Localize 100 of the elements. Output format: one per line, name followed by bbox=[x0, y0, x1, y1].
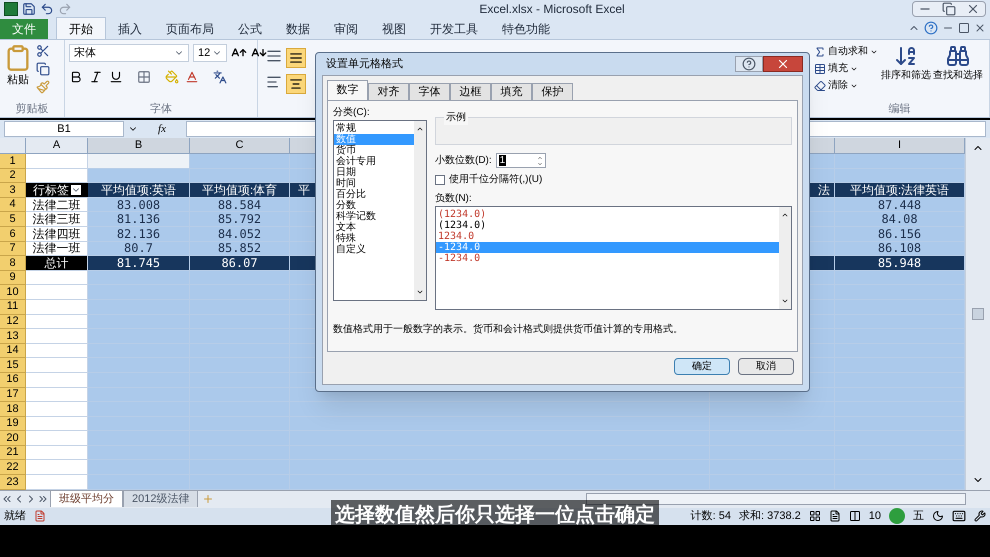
row-number[interactable]: 21 bbox=[0, 446, 26, 460]
ribbon-tab[interactable]: 页面布局 bbox=[154, 19, 226, 39]
ribbon-tab[interactable]: 公式 bbox=[226, 19, 274, 39]
row-number[interactable]: 20 bbox=[0, 431, 26, 446]
scroll-up-icon[interactable] bbox=[781, 211, 789, 219]
negative-format-item[interactable]: (1234.0) bbox=[436, 209, 779, 220]
sort-filter-button[interactable]: 排序和筛选 bbox=[881, 68, 931, 83]
bold-icon[interactable] bbox=[69, 70, 83, 84]
cut-icon[interactable] bbox=[36, 44, 50, 58]
editing-menu-button[interactable]: 填充 bbox=[828, 61, 848, 76]
sheet-tab[interactable]: 班级平均分 bbox=[50, 491, 123, 508]
scroll-down-icon[interactable] bbox=[416, 288, 424, 296]
scroll-up-icon[interactable] bbox=[416, 125, 424, 133]
align-left-icon[interactable] bbox=[266, 74, 282, 90]
category-item[interactable]: 时间 bbox=[334, 178, 414, 189]
normal-view-icon[interactable] bbox=[808, 510, 821, 522]
row-number[interactable]: 1 bbox=[0, 154, 26, 169]
sort-icon[interactable] bbox=[894, 44, 918, 68]
decimal-places-field[interactable]: 1 bbox=[496, 153, 546, 168]
align-middle-button[interactable] bbox=[286, 48, 306, 68]
scroll-thumb[interactable] bbox=[972, 308, 984, 320]
sheet-tab[interactable]: 2012级法律 bbox=[123, 491, 198, 508]
editing-menu-button[interactable]: 清除 bbox=[828, 78, 848, 93]
column-letter[interactable]: B bbox=[88, 138, 190, 154]
row-number[interactable]: 19 bbox=[0, 416, 26, 432]
ribbon-tab[interactable]: 审阅 bbox=[322, 19, 370, 39]
row-number[interactable]: 2 bbox=[0, 168, 26, 184]
align-center-button[interactable] bbox=[286, 74, 306, 94]
close-icon[interactable] bbox=[974, 22, 986, 34]
binoculars-icon[interactable] bbox=[946, 44, 970, 68]
page-layout-view-icon[interactable] bbox=[828, 510, 841, 522]
dialog-button[interactable]: 确定 bbox=[674, 358, 730, 374]
row-number[interactable]: 7 bbox=[0, 242, 26, 256]
ribbon-tab[interactable]: 开发工具 bbox=[418, 19, 490, 39]
close-icon[interactable] bbox=[763, 56, 803, 72]
ribbon-tab[interactable]: 特色功能 bbox=[490, 19, 562, 39]
ribbon-tab[interactable]: 视图 bbox=[370, 19, 418, 39]
row-number[interactable]: 6 bbox=[0, 226, 26, 242]
column-letter[interactable]: I bbox=[835, 138, 965, 154]
keyboard-icon[interactable] bbox=[952, 509, 966, 524]
row-number[interactable]: 14 bbox=[0, 344, 26, 358]
row-number[interactable]: 4 bbox=[0, 198, 26, 212]
save-icon[interactable] bbox=[22, 2, 36, 16]
row-number[interactable]: 12 bbox=[0, 314, 26, 330]
border-icon[interactable] bbox=[137, 70, 151, 84]
fill-color-icon[interactable] bbox=[165, 70, 179, 84]
row-number[interactable]: 13 bbox=[0, 329, 26, 344]
help-icon[interactable] bbox=[924, 21, 938, 35]
ribbon-tab[interactable]: 数据 bbox=[274, 19, 322, 39]
row-number[interactable]: 16 bbox=[0, 372, 26, 388]
checkbox[interactable] bbox=[435, 174, 445, 184]
editing-menu-button[interactable]: 自动求和 bbox=[828, 44, 868, 59]
paste-button[interactable]: 粘贴 bbox=[7, 72, 29, 88]
category-item[interactable]: 货币 bbox=[334, 145, 414, 156]
row-number[interactable]: 15 bbox=[0, 358, 26, 373]
category-item[interactable]: 会计专用 bbox=[334, 156, 414, 167]
horizontal-scrollbar[interactable] bbox=[586, 493, 966, 506]
wrench-icon[interactable] bbox=[974, 510, 986, 522]
negative-numbers-list[interactable]: (1234.0) (1234.0) 1234.0 -1234.0 -1234.0 bbox=[435, 206, 792, 310]
sigma-icon[interactable] bbox=[814, 46, 826, 58]
font-name-field[interactable]: 宋体 bbox=[69, 44, 189, 62]
copy-icon[interactable] bbox=[36, 62, 50, 76]
row-number[interactable]: 8 bbox=[0, 256, 26, 271]
filter-dropdown-icon[interactable] bbox=[71, 184, 81, 195]
row-number[interactable]: 18 bbox=[0, 402, 26, 417]
dialog-button[interactable]: 取消 bbox=[738, 358, 794, 374]
underline-icon[interactable] bbox=[109, 70, 123, 84]
undo-icon[interactable] bbox=[40, 2, 54, 16]
row-number[interactable]: 23 bbox=[0, 475, 26, 490]
dialog-tab[interactable]: 保护 bbox=[532, 83, 573, 100]
eraser-icon[interactable] bbox=[814, 80, 826, 92]
page-break-view-icon[interactable] bbox=[848, 510, 861, 522]
row-number[interactable]: 5 bbox=[0, 212, 26, 227]
category-item[interactable]: 分数 bbox=[334, 200, 414, 211]
negative-format-item[interactable]: 1234.0 bbox=[436, 231, 779, 242]
restore-icon[interactable] bbox=[958, 22, 970, 34]
font-color-icon[interactable] bbox=[185, 70, 199, 84]
ribbon-tab[interactable]: 插入 bbox=[106, 19, 154, 39]
row-number[interactable]: 3 bbox=[0, 183, 26, 198]
phonetic-icon[interactable] bbox=[213, 70, 227, 84]
row-number[interactable]: 17 bbox=[0, 388, 26, 402]
column-letter[interactable]: C bbox=[190, 138, 290, 154]
category-list[interactable]: 常规 数值 货币 会计专用 日期 时间 百分比 分数 科学记数 文本 特殊 自定义 bbox=[333, 120, 427, 301]
category-item[interactable]: 常规 bbox=[334, 123, 414, 134]
name-box[interactable]: B1 bbox=[4, 121, 124, 137]
dialog-tab[interactable]: 边框 bbox=[450, 83, 491, 100]
ribbon-tab[interactable]: 文件 bbox=[0, 19, 48, 39]
dialog-tab[interactable]: 数字 bbox=[327, 80, 368, 100]
category-item[interactable]: 百分比 bbox=[334, 189, 414, 200]
find-select-button[interactable]: 查找和选择 bbox=[933, 68, 983, 83]
align-top-icon[interactable] bbox=[266, 48, 282, 64]
category-item[interactable]: 科学记数 bbox=[334, 211, 414, 222]
ribbon-tab[interactable]: 开始 bbox=[56, 17, 106, 39]
scroll-down-icon[interactable] bbox=[781, 297, 789, 305]
dialog-tab[interactable]: 对齐 bbox=[368, 83, 409, 100]
category-item[interactable]: 文本 bbox=[334, 222, 414, 233]
macro-record-icon[interactable] bbox=[34, 510, 46, 522]
italic-icon[interactable] bbox=[89, 70, 103, 84]
category-item[interactable]: 自定义 bbox=[334, 244, 414, 255]
negative-format-item[interactable]: -1234.0 bbox=[436, 253, 779, 264]
